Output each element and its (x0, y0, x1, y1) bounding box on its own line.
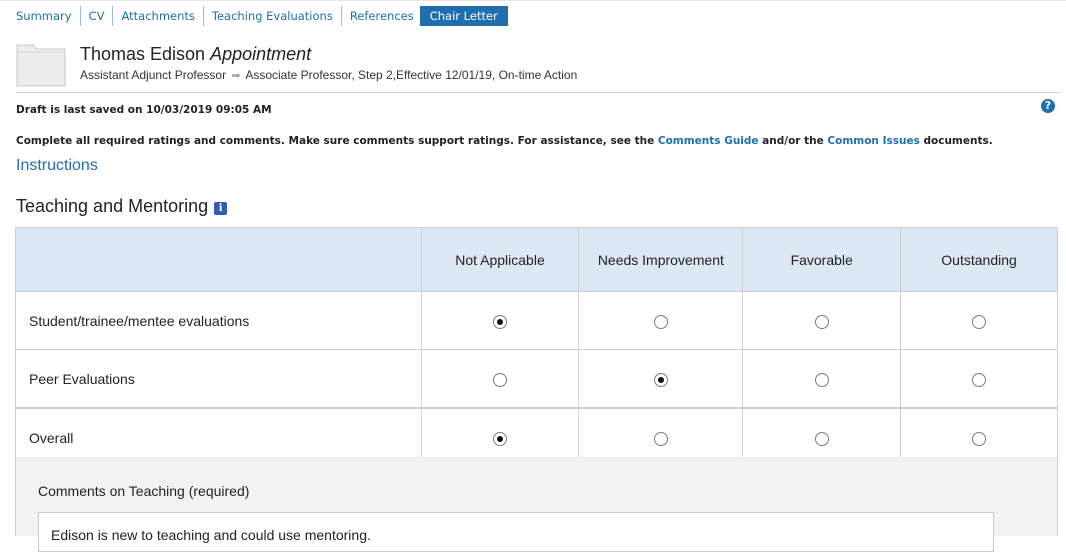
ratings-table: Not Applicable Needs Improvement Favorab… (15, 227, 1058, 467)
rating-cell (420, 291, 580, 350)
instructions-link[interactable]: Instructions (16, 157, 98, 175)
rating-radio[interactable] (814, 314, 829, 329)
rating-radio[interactable] (653, 372, 668, 387)
rating-row-label: Student/trainee/mentee evaluations (15, 291, 422, 350)
rating-cell (742, 349, 902, 409)
rating-cell (900, 349, 1058, 409)
ratings-header-row: Not Applicable Needs Improvement Favorab… (15, 227, 1058, 292)
comments-textarea[interactable]: Edison is new to teaching and could use … (38, 512, 994, 552)
help-icon[interactable]: ? (1041, 99, 1055, 113)
rating-radio[interactable] (493, 314, 507, 329)
header-divider (16, 92, 1060, 93)
comments-label: Comments on Teaching (required) (38, 483, 250, 499)
rating-radio[interactable] (653, 431, 668, 446)
instructions-text: Complete all required ratings and commen… (16, 135, 993, 147)
tab-bar: Summary CV Attachments Teaching Evaluati… (8, 6, 508, 26)
column-header: Favorable (742, 227, 902, 292)
rating-radio[interactable] (814, 372, 829, 387)
section-title: Teaching and Mentoring i (16, 196, 228, 217)
info-icon[interactable]: i (214, 202, 228, 215)
rating-radio[interactable] (972, 431, 987, 446)
rating-radio[interactable] (493, 431, 507, 446)
comments-panel: Comments on Teaching (required) Edison i… (15, 457, 1058, 552)
case-subtitle: Assistant Adjunct Professor ➡ Associate … (80, 68, 577, 82)
case-title: Thomas Edison Appointment (80, 44, 311, 65)
top-border (0, 0, 1066, 1)
tab-chair-letter[interactable]: Chair Letter (419, 6, 508, 26)
header-empty (15, 227, 422, 292)
comments-guide-link[interactable]: Comments Guide (658, 135, 759, 147)
rating-radio[interactable] (972, 314, 987, 329)
candidate-name: Thomas Edison (80, 44, 206, 64)
column-header: Needs Improvement (578, 227, 744, 292)
rating-radio[interactable] (972, 372, 987, 387)
action-type: Appointment (210, 44, 312, 64)
rating-radio[interactable] (493, 372, 507, 387)
rating-row-label: Peer Evaluations (15, 349, 422, 409)
draft-saved-status: Draft is last saved on 10/03/2019 09:05 … (16, 104, 272, 116)
tab-teaching-evaluations[interactable]: Teaching Evaluations (204, 6, 342, 26)
from-title: Assistant Adjunct Professor (80, 68, 227, 82)
rating-cell (900, 291, 1058, 350)
tab-cv[interactable]: CV (81, 6, 114, 26)
case-header: Thomas Edison Appointment Assistant Adju… (16, 38, 1060, 88)
folder-icon (16, 39, 66, 87)
rating-cell (742, 291, 902, 350)
rating-row: Peer Evaluations (15, 349, 1058, 409)
tab-references[interactable]: References (342, 6, 420, 26)
column-header: Not Applicable (420, 227, 580, 292)
tab-summary[interactable]: Summary (8, 6, 81, 26)
column-header: Outstanding (900, 227, 1058, 292)
rating-radio[interactable] (653, 314, 668, 329)
rating-cell (420, 349, 580, 409)
rating-cell (578, 291, 744, 350)
right-arrow-icon: ➡ (231, 70, 241, 82)
to-details: Associate Professor, Step 2,Effective 12… (245, 68, 578, 82)
rating-cell (578, 349, 744, 409)
common-issues-link[interactable]: Common Issues (827, 135, 919, 147)
rating-row: Student/trainee/mentee evaluations (15, 291, 1058, 350)
rating-radio[interactable] (814, 431, 829, 446)
tab-attachments[interactable]: Attachments (113, 6, 204, 26)
